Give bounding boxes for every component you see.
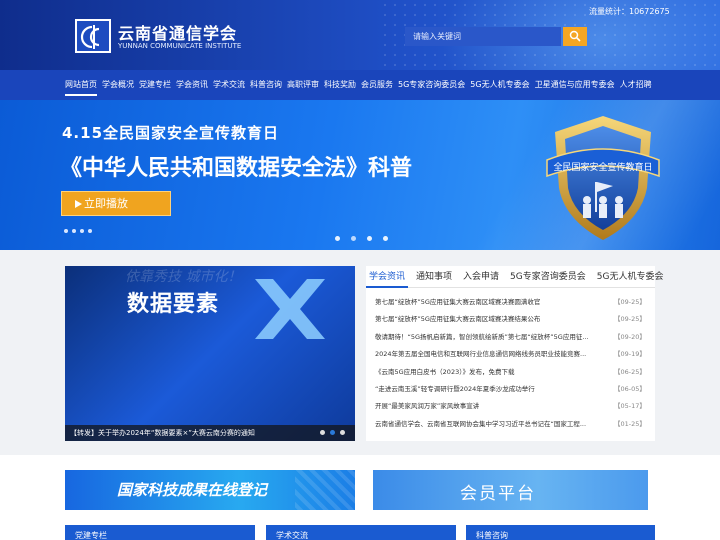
tech-results-label: 国家科技成果在线登记 bbox=[117, 481, 268, 499]
banner-decor-dots bbox=[64, 229, 96, 233]
x-shape-icon bbox=[255, 279, 325, 339]
nav-item-jobs[interactable]: 人才招聘 bbox=[620, 70, 652, 100]
slide-dot[interactable] bbox=[367, 236, 372, 241]
news-image-big-text: 数据要素 bbox=[127, 292, 220, 317]
list-item[interactable]: 开展“最美家风润万家”家风故事宣讲 【05-17】 bbox=[366, 398, 655, 415]
slide-dot[interactable] bbox=[351, 236, 356, 241]
news-section: 依靠秀技 城市化！ 数据要素 【转发】关于举办2024年“数据要素×”大赛云南分… bbox=[0, 250, 720, 455]
news-image-faint-text: 依靠秀技 城市化！ bbox=[125, 269, 242, 285]
nav-item-5g-drone[interactable]: 5G无人机专委会 bbox=[470, 70, 529, 100]
list-item[interactable]: “走进云南玉溪”轻专调研行暨2024年夏季沙龙成功举行 【06-05】 bbox=[366, 381, 655, 398]
list-item[interactable]: 云南省通信学会、云南省互联网协会集中学习习近平总书记在“国家工程... 【01-2… bbox=[366, 416, 655, 433]
nav-item-news[interactable]: 学会资讯 bbox=[176, 70, 208, 100]
nav-item-about[interactable]: 学会概况 bbox=[102, 70, 134, 100]
slide-dot[interactable] bbox=[330, 430, 335, 435]
search-icon bbox=[569, 30, 581, 42]
news-slider-dots[interactable] bbox=[315, 430, 345, 435]
member-platform-label: 会员平台 bbox=[460, 484, 536, 504]
news-caption-text: 【转发】关于举办2024年“数据要素×”大赛云南分赛的通知 bbox=[70, 429, 255, 437]
banner-subtitle: 4.15全民国家安全宣传教育日 bbox=[62, 124, 280, 142]
tab-news[interactable]: 学会资讯 bbox=[366, 266, 409, 288]
nav-item-satellite[interactable]: 卫星通信与应用专委会 bbox=[535, 70, 615, 100]
site-header: 云南省通信学会 YUNNAN COMMUNICATE INSTITUTE 流量统… bbox=[0, 0, 720, 70]
slide-dot[interactable] bbox=[340, 430, 345, 435]
list-item[interactable]: 《云南5G应用白皮书（2023）》发布，免费下载 【06-25】 bbox=[366, 364, 655, 381]
slide-dot[interactable] bbox=[335, 236, 340, 241]
card-science[interactable]: 科普咨询 bbox=[466, 525, 655, 540]
card-party-label: 党建专栏 bbox=[75, 531, 107, 540]
org-name-cn[interactable]: 云南省通信学会 bbox=[118, 20, 237, 44]
list-item[interactable]: 第七届“绽放杯”5G应用征集大赛云南区域赛决赛圆满收官 【09-25】 bbox=[366, 294, 655, 311]
search-input[interactable] bbox=[405, 27, 561, 46]
news-caption[interactable]: 【转发】关于举办2024年“数据要素×”大赛云南分赛的通知 bbox=[65, 425, 355, 441]
card-academic-label: 学术交流 bbox=[276, 531, 308, 540]
tab-5g-experts[interactable]: 5G专家咨询委员会 bbox=[507, 266, 589, 287]
tech-results-banner[interactable]: 国家科技成果在线登记 bbox=[65, 470, 355, 510]
news-panel: 学会资讯 通知事项 入会申请 5G专家咨询委员会 5G无人机专委会 第七届“绽放… bbox=[366, 266, 663, 441]
banner-slider-dots[interactable] bbox=[335, 236, 399, 241]
nav-item-title-review[interactable]: 高职评审 bbox=[287, 70, 319, 100]
tab-notices[interactable]: 通知事项 bbox=[413, 266, 455, 287]
tab-join[interactable]: 入会申请 bbox=[460, 266, 502, 287]
nav-item-awards[interactable]: 科技奖励 bbox=[324, 70, 356, 100]
hero-banner[interactable]: 4.15全民国家安全宣传教育日 《中华人民共和国数据安全法》科普 立即播放 全民… bbox=[0, 100, 720, 250]
main-nav: 网站首页 学会概况 党建专栏 学会资讯 学术交流 科普咨询 高职评审 科技奖励 … bbox=[0, 70, 720, 100]
security-shield-icon: 全民国家安全宣传教育日 bbox=[546, 116, 660, 240]
nav-item-science[interactable]: 科普咨询 bbox=[250, 70, 282, 100]
news-slideshow[interactable]: 依靠秀技 城市化！ 数据要素 【转发】关于举办2024年“数据要素×”大赛云南分… bbox=[65, 266, 355, 441]
member-platform-banner[interactable]: 会员平台 bbox=[373, 470, 648, 510]
nav-item-5g-experts[interactable]: 5G专家咨询委员会 bbox=[398, 70, 465, 100]
promo-deco bbox=[295, 470, 355, 510]
news-list: 第七届“绽放杯”5G应用征集大赛云南区域赛决赛圆满收官 【09-25】 第七届“绽… bbox=[366, 294, 655, 433]
shield-badge-text: 全民国家安全宣传教育日 bbox=[553, 161, 652, 173]
visit-counter: 流量统计：10672675 bbox=[589, 7, 670, 16]
slide-dot[interactable] bbox=[383, 236, 388, 241]
banner-title: 《中华人民共和国数据安全法》科普 bbox=[60, 156, 413, 181]
play-button-label: 立即播放 bbox=[84, 197, 128, 210]
nav-item-party[interactable]: 党建专栏 bbox=[139, 70, 171, 100]
news-tabs: 学会资讯 通知事项 入会申请 5G专家咨询委员会 5G无人机专委会 bbox=[366, 266, 663, 288]
card-science-label: 科普咨询 bbox=[476, 531, 508, 540]
nav-item-home[interactable]: 网站首页 bbox=[65, 70, 97, 100]
slide-dot[interactable] bbox=[320, 430, 325, 435]
search-button[interactable] bbox=[563, 27, 587, 46]
tab-5g-drone[interactable]: 5G无人机专委会 bbox=[594, 266, 667, 287]
play-button[interactable]: 立即播放 bbox=[61, 191, 171, 216]
list-item[interactable]: 敬请期待！“5G扬帆启新篇，智创领航绘新质”第七届“绽放杯”5G应用征... 【0… bbox=[366, 329, 655, 346]
list-item[interactable]: 第七届“绽放杯”5G应用征集大赛云南区域赛决赛结果公布 【09-25】 bbox=[366, 311, 655, 328]
nav-item-members[interactable]: 会员服务 bbox=[361, 70, 393, 100]
card-party[interactable]: 党建专栏 bbox=[65, 525, 255, 540]
org-name-en: YUNNAN COMMUNICATE INSTITUTE bbox=[118, 42, 242, 50]
nav-item-academic[interactable]: 学术交流 bbox=[213, 70, 245, 100]
list-item[interactable]: 2024年第五届全国电信和互联网行业信息通信网络线务员职业技能竞赛... 【09-… bbox=[366, 346, 655, 363]
play-icon bbox=[75, 200, 82, 208]
card-academic[interactable]: 学术交流 bbox=[266, 525, 456, 540]
logo-icon[interactable] bbox=[75, 19, 111, 53]
